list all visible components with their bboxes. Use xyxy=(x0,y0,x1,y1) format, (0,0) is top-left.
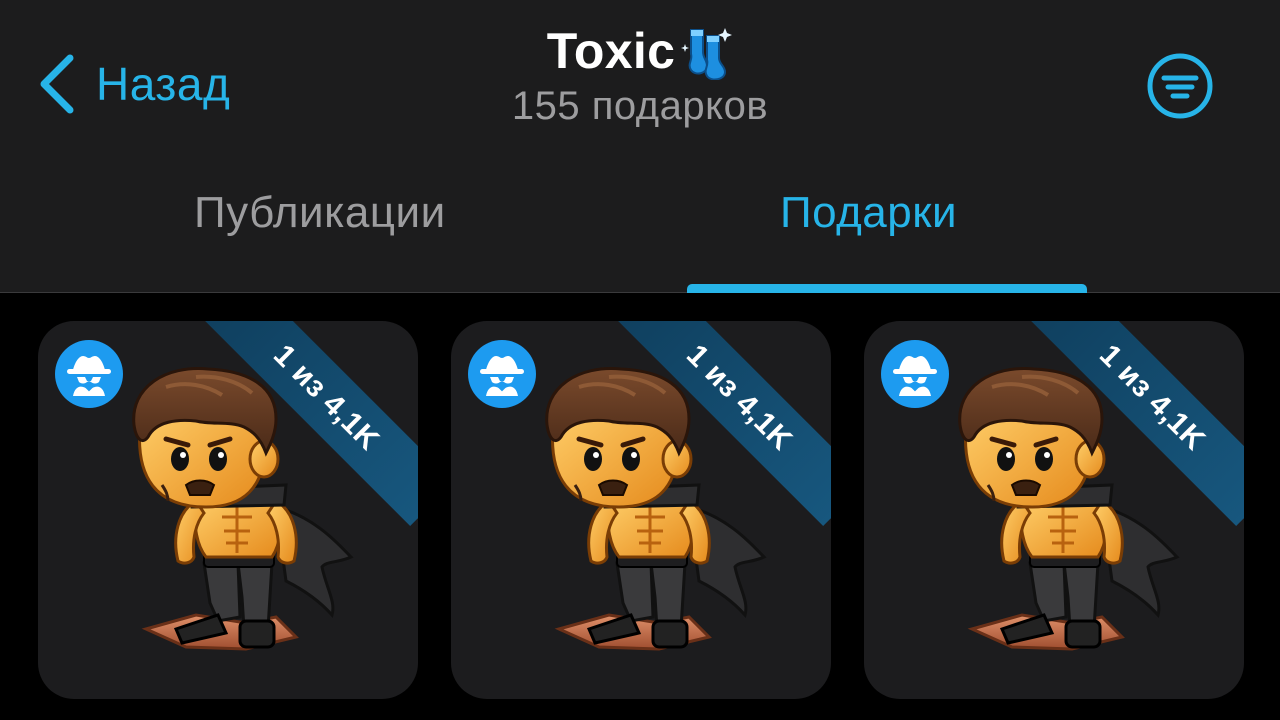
gift-card[interactable]: 1 из 4,1K xyxy=(38,321,418,699)
tab-bar: Публикации Подарки xyxy=(0,180,1280,293)
page-title: Toxic xyxy=(546,23,676,79)
spy-incognito-icon xyxy=(881,340,949,408)
filter-icon[interactable] xyxy=(1146,52,1214,120)
top-bar: Назад Toxic 155 подарков Публикации Пода… xyxy=(0,0,1280,293)
tab-posts[interactable]: Публикации xyxy=(194,188,446,238)
active-tab-indicator xyxy=(687,284,1087,293)
spy-incognito-icon xyxy=(55,340,123,408)
tab-gifts[interactable]: Подарки xyxy=(780,188,957,238)
blue-socks-emoji-icon xyxy=(681,28,733,80)
gift-card[interactable]: 1 из 4,1K xyxy=(864,321,1244,699)
title-block: Toxic 155 подарков xyxy=(0,22,1280,129)
spy-incognito-icon xyxy=(468,340,536,408)
gift-grid: 1 из 4,1K 1 из 4,1K 1 из 4,1K xyxy=(0,294,1280,720)
gift-card[interactable]: 1 из 4,1K xyxy=(451,321,831,699)
gift-count: 155 подарков xyxy=(511,84,769,128)
